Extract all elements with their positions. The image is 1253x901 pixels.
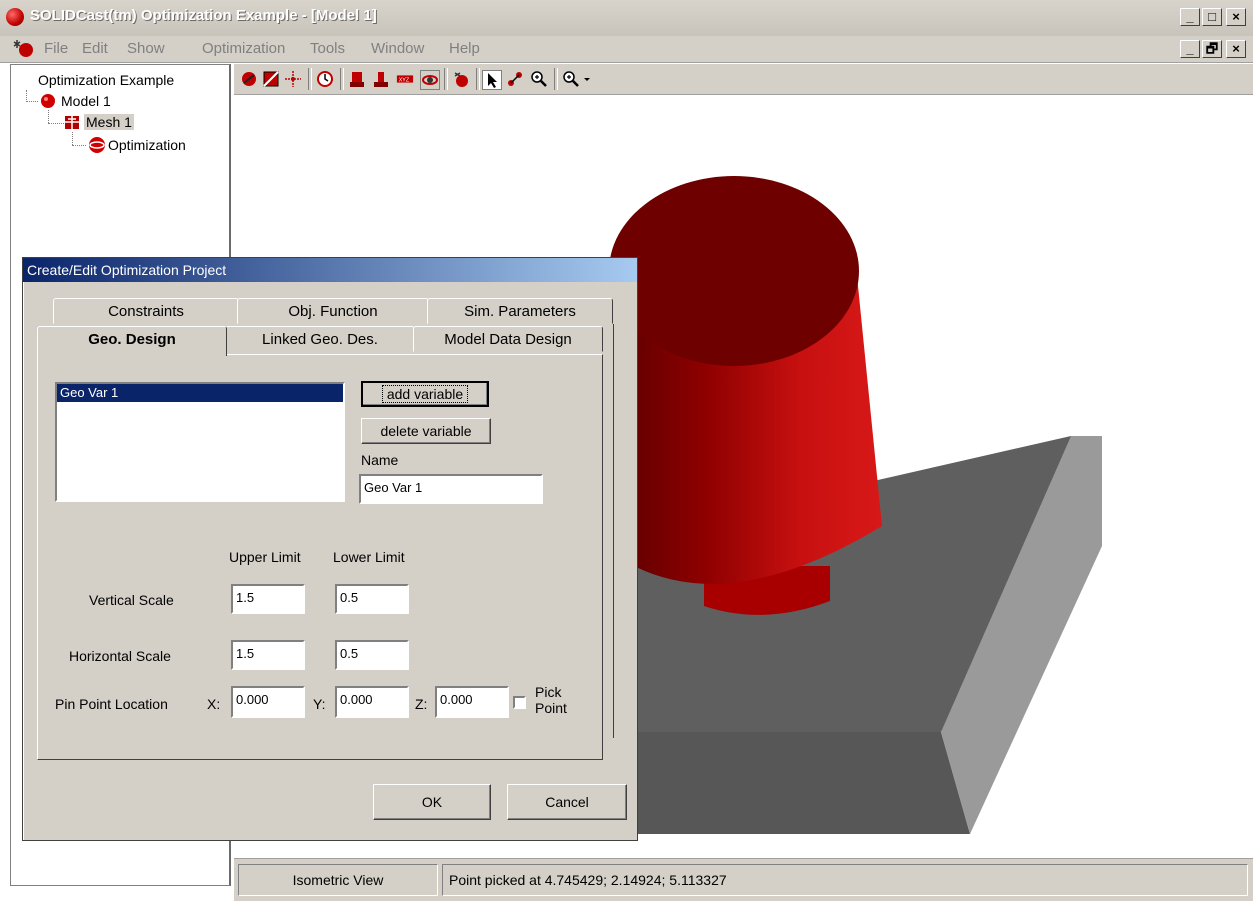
pick-point-checkbox[interactable] [513,696,526,709]
menu-tools[interactable]: Tools [310,40,345,57]
upper-limit-label: Upper Limit [229,549,301,565]
child-close-button[interactable]: × [1226,40,1246,58]
close-button[interactable]: × [1226,8,1246,26]
toolbar-separator [476,68,480,90]
cancel-button[interactable]: Cancel [507,784,627,820]
cylinder-top [609,176,859,366]
tab-model-data-design[interactable]: Model Data Design [413,326,603,352]
pick-point-label-line1: Pick [535,684,562,700]
toolbar-separator [444,68,448,90]
pointer-icon[interactable] [482,70,502,90]
vertical-upper-field[interactable]: 1.5 [231,584,305,614]
menu-bar [0,36,1253,63]
child-minimize-button[interactable]: _ [1180,40,1200,58]
status-view: Isometric View [238,864,438,896]
name-label: Name [361,452,399,468]
zoom-in-icon[interactable] [530,70,548,88]
list-item[interactable]: Geo Var 1 [57,384,343,402]
red-square-icon[interactable] [262,70,280,88]
apple-icon[interactable] [452,70,470,88]
y-label: Y: [313,696,326,712]
rotate-icon[interactable] [420,70,440,90]
bar-xz-icon[interactable] [348,70,366,88]
tab-geo-design[interactable]: Geo. Design [37,326,227,356]
vertical-lower-field[interactable]: 0.5 [335,584,409,614]
crosshair-icon[interactable] [284,70,302,88]
add-variable-button[interactable]: add variable [361,381,489,407]
menu-edit[interactable]: Edit [82,40,108,57]
svg-text:XYZ: XYZ [399,78,410,84]
zoom-dropdown-icon[interactable] [562,70,592,88]
tab-linked-geo-des[interactable]: Linked Geo. Des. [225,326,415,352]
bar-xyz-icon[interactable]: XYZ [396,70,414,88]
tab-sim-parameters[interactable]: Sim. Parameters [427,298,613,324]
tree-line [26,101,38,102]
tree-root[interactable]: Optimization Example [38,72,174,88]
tab-constraints[interactable]: Constraints [53,298,239,324]
horizontal-upper-field[interactable]: 1.5 [231,640,305,670]
pin-x-field[interactable]: 0.000 [231,686,305,718]
name-field[interactable]: Geo Var 1 [359,474,543,504]
menu-show[interactable]: Show [127,40,165,57]
tree-item-mesh[interactable]: Mesh 1 [84,114,134,130]
document-icon[interactable] [12,40,36,58]
toolbar-separator [554,68,558,90]
child-restore-button[interactable]: 🗗 [1202,40,1222,58]
menu-file[interactable]: File [44,40,68,57]
tab-obj-function[interactable]: Obj. Function [237,298,429,324]
model-sphere-icon [41,94,55,108]
dialog-title-bar[interactable]: Create/Edit Optimization Project [23,258,637,282]
status-message: Point picked at 4.745429; 2.14924; 5.113… [442,864,1248,896]
tree-line [72,132,74,145]
window-title: SOLIDCast(tm) Optimization Example - [Mo… [30,7,377,24]
pick-point-label-line2: Point [535,700,567,716]
pin-point-label: Pin Point Location [55,696,168,712]
ok-button[interactable]: OK [373,784,491,820]
optimization-dialog: Create/Edit Optimization Project Constra… [22,257,638,841]
tree-line [48,110,50,123]
plate-front [632,732,970,834]
variable-list[interactable]: Geo Var 1 [55,382,345,502]
toolbar-separator [340,68,344,90]
add-variable-label: add variable [381,385,469,403]
z-label: Z: [415,696,428,712]
tree-item-optimization[interactable]: Optimization [108,137,186,153]
pin-z-field[interactable]: 0.000 [435,686,509,718]
sphere-icon[interactable] [240,70,258,88]
optimization-icon [89,137,105,153]
lower-limit-label: Lower Limit [333,549,405,565]
app-icon [6,8,24,26]
tree-item-model[interactable]: Model 1 [61,93,111,109]
maximize-button[interactable]: □ [1202,8,1222,26]
toolbar-separator [308,68,312,90]
delete-variable-button[interactable]: delete variable [361,418,491,444]
pick-point-icon[interactable] [506,70,524,88]
dialog-title: Create/Edit Optimization Project [27,262,227,278]
clock-icon[interactable] [316,70,334,88]
x-label: X: [207,696,221,712]
bar-xy-icon[interactable] [372,70,390,88]
horizontal-scale-label: Horizontal Scale [69,648,171,664]
pin-y-field[interactable]: 0.000 [335,686,409,718]
pick-point-label: Pick Point [535,684,567,716]
tab-stack-edge [613,324,615,738]
menu-help[interactable]: Help [449,40,480,57]
menu-window[interactable]: Window [371,40,424,57]
tree-line [72,145,86,146]
tree-line [48,123,64,124]
horizontal-lower-field[interactable]: 0.5 [335,640,409,670]
minimize-button[interactable]: _ [1180,8,1200,26]
mesh-icon [65,116,79,129]
menu-optimization[interactable]: Optimization [202,40,285,57]
vertical-scale-label: Vertical Scale [89,592,174,608]
